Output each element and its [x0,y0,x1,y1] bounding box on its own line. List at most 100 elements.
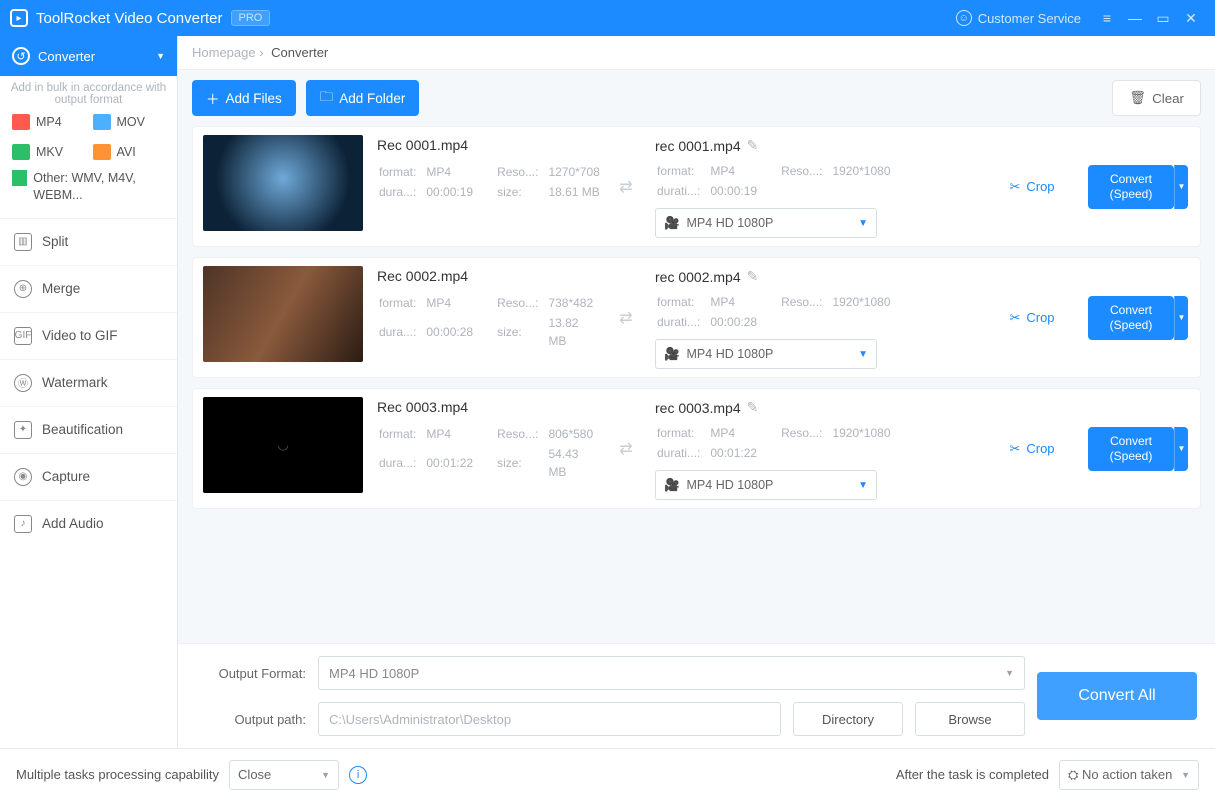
output-format-label: Output Format: [196,666,306,681]
convert-button[interactable]: Convert(Speed)▼ [1088,165,1174,209]
shuffle-icon[interactable]: ⇄ [611,135,641,238]
file-list: Rec 0001.mp4format:MP4Reso...:1270*708du… [178,126,1215,643]
profile-select[interactable]: 🎥 MP4 HD 1080P▼ [655,208,877,238]
sidebar-item-icon: ⊕ [14,280,32,298]
app-icon: ▸ [10,9,28,27]
edit-icon[interactable]: ✎ [747,399,759,416]
camera-icon: 🎥 [664,216,680,230]
plus-icon: ＋ [206,88,220,108]
shuffle-icon[interactable]: ⇄ [611,397,641,500]
multi-task-select[interactable]: Close▼ [229,760,339,790]
dest-info: rec 0003.mp4✎format:MP4Reso...:1920*1080… [655,397,978,500]
chevron-down-icon: ▼ [1005,668,1014,678]
file-icon [93,144,111,160]
sidebar-item-watermark[interactable]: ⓌWatermark [0,359,177,406]
thumbnail[interactable] [203,135,363,231]
after-task-select[interactable]: ⛭ No action taken▼ [1059,760,1199,790]
app-title: ToolRocket Video Converter [36,10,223,27]
sidebar-item-icon: Ⓦ [14,374,32,392]
maximize-button[interactable]: ▭ [1149,10,1177,27]
breadcrumb-root[interactable]: Homepage [192,45,256,60]
customer-service-label: Customer Service [978,11,1081,26]
breadcrumb: Homepage › Converter [178,36,1215,70]
source-info: Rec 0003.mp4format:MP4Reso...:806*580dur… [377,397,597,500]
file-icon [12,144,30,160]
source-filename: Rec 0001.mp4 [377,137,597,153]
edit-icon[interactable]: ✎ [747,268,759,285]
output-path-input[interactable]: C:\Users\Administrator\Desktop [318,702,781,736]
format-mkv[interactable]: MKV [12,144,85,160]
trash-icon: 🗑 [1129,90,1146,106]
crop-button[interactable]: ✂Crop [992,266,1072,369]
folder-icon: 🗀 [320,87,334,110]
file-icon [93,114,111,130]
sidebar: ↺Converter ▼ Add in bulk in accordance w… [0,36,178,748]
format-avi[interactable]: AVI [93,144,166,160]
clear-button[interactable]: 🗑Clear [1112,80,1201,116]
chevron-down-icon: ▼ [1181,770,1190,780]
thumbnail[interactable] [203,266,363,362]
sidebar-item-icon: ▥ [14,233,32,251]
thumbnail[interactable]: ◡ [203,397,363,493]
scissors-icon: ✂ [1009,179,1020,195]
sidebar-item-icon: ♪ [14,515,32,533]
directory-button[interactable]: Directory [793,702,903,736]
browse-button[interactable]: Browse [915,702,1025,736]
minimize-button[interactable]: — [1121,10,1149,26]
chevron-down-icon: ▼ [858,218,868,229]
file-row: Rec 0002.mp4format:MP4Reso...:738*482dur… [192,257,1201,378]
dest-info: rec 0002.mp4✎format:MP4Reso...:1920*1080… [655,266,978,369]
output-format-select[interactable]: MP4 HD 1080P▼ [318,656,1025,690]
source-filename: Rec 0002.mp4 [377,268,597,284]
sidebar-item-beautification[interactable]: ✦Beautification [0,406,177,453]
sidebar-item-icon: ✦ [14,421,32,439]
after-task-label: After the task is completed [896,767,1049,782]
file-row: Rec 0001.mp4format:MP4Reso...:1270*708du… [192,126,1201,247]
chevron-down-icon[interactable]: ▼ [1174,427,1188,471]
source-info: Rec 0002.mp4format:MP4Reso...:738*482dur… [377,266,597,369]
sidebar-mode-label: Converter [38,49,95,64]
convert-button[interactable]: Convert(Speed)▼ [1088,296,1174,340]
format-mov[interactable]: MOV [93,114,166,130]
camera-icon: 🎥 [664,478,680,492]
convert-all-button[interactable]: Convert All [1037,672,1197,720]
dest-filename: rec 0001.mp4 [655,138,741,154]
customer-service-link[interactable]: ☺ Customer Service [956,10,1081,26]
titlebar: ▸ ToolRocket Video Converter PRO ☺ Custo… [0,0,1215,36]
sidebar-item-icon: ◉ [14,468,32,486]
sidebar-item-split[interactable]: ▥Split [0,218,177,265]
menu-icon[interactable]: ≡ [1093,10,1121,26]
profile-select[interactable]: 🎥 MP4 HD 1080P▼ [655,339,877,369]
sidebar-item-capture[interactable]: ◉Capture [0,453,177,500]
add-files-button[interactable]: ＋Add Files [192,80,296,116]
convert-button[interactable]: Convert(Speed)▼ [1088,427,1174,471]
sidebar-item-merge[interactable]: ⊕Merge [0,265,177,312]
format-other-label: Other: WMV, M4V, WEBM... [33,170,165,204]
sidebar-note: Add in bulk in accordance with output fo… [0,76,177,114]
chevron-down-icon[interactable]: ▼ [1174,165,1188,209]
profile-select[interactable]: 🎥 MP4 HD 1080P▼ [655,470,877,500]
edit-icon[interactable]: ✎ [747,137,759,154]
chevron-down-icon[interactable]: ▼ [1174,296,1188,340]
dest-filename: rec 0002.mp4 [655,269,741,285]
camera-icon: 🎥 [664,347,680,361]
dest-filename: rec 0003.mp4 [655,400,741,416]
sidebar-mode-selector[interactable]: ↺Converter ▼ [0,36,177,76]
file-row: ◡Rec 0003.mp4format:MP4Reso...:806*580du… [192,388,1201,509]
file-icon [12,170,27,186]
converter-icon: ↺ [12,47,30,65]
add-folder-button[interactable]: 🗀Add Folder [306,80,420,116]
info-icon[interactable]: i [349,766,367,784]
chevron-down-icon: ▼ [858,349,868,360]
sidebar-item-add-audio[interactable]: ♪Add Audio [0,500,177,547]
close-button[interactable]: ✕ [1177,10,1205,27]
format-other[interactable]: Other: WMV, M4V, WEBM... [0,170,177,218]
headset-icon: ☺ [956,10,972,26]
sidebar-item-video-to-gif[interactable]: GIFVideo to GIF [0,312,177,359]
file-icon [12,114,30,130]
shuffle-icon[interactable]: ⇄ [611,266,641,369]
crop-button[interactable]: ✂Crop [992,135,1072,238]
multi-task-label: Multiple tasks processing capability [16,767,219,782]
crop-button[interactable]: ✂Crop [992,397,1072,500]
format-mp4[interactable]: MP4 [12,114,85,130]
